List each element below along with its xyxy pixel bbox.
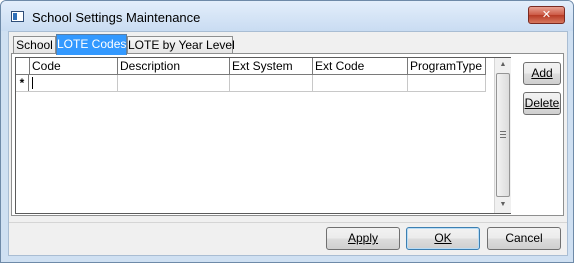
cell-ext-code-input[interactable] [313, 75, 408, 91]
footer-divider [9, 222, 567, 223]
tab-school[interactable]: School [13, 36, 56, 53]
cancel-button[interactable]: Cancel [487, 227, 561, 250]
lote-codes-grid[interactable]: Code Description Ext System Ext Code Pro… [15, 57, 511, 214]
cell-code-input[interactable] [30, 75, 118, 91]
new-row[interactable]: * [16, 75, 486, 92]
delete-button-label: Delete [524, 96, 560, 110]
text-caret [32, 77, 33, 89]
cell-program-type-input[interactable] [408, 75, 486, 91]
grid-header-row: Code Description Ext System Ext Code Pro… [16, 58, 486, 75]
window-title: School Settings Maintenance [32, 10, 201, 25]
add-button[interactable]: Add [523, 62, 561, 85]
scroll-down-arrow-icon[interactable]: ▼ [495, 198, 511, 212]
cancel-button-label: Cancel [505, 231, 543, 245]
ok-button[interactable]: OK [406, 227, 480, 250]
dialog-window: School Settings Maintenance ✕ School LOT… [0, 0, 574, 263]
tab-lote-by-year-level[interactable]: LOTE by Year Level [127, 36, 235, 53]
apply-button[interactable]: Apply [326, 227, 400, 250]
vertical-scrollbar[interactable]: ▲ ▼ [494, 58, 511, 213]
title-bar[interactable]: School Settings Maintenance ✕ [1, 1, 573, 31]
tab-lote-codes[interactable]: LOTE Codes [56, 34, 127, 55]
column-header-ext-system[interactable]: Ext System [230, 58, 313, 74]
dialog-client-area: School LOTE Codes LOTE by Year Level Cod… [8, 31, 568, 256]
close-button[interactable]: ✕ [528, 6, 565, 24]
grip-icon [500, 131, 506, 138]
lote-codes-panel: Code Description Ext System Ext Code Pro… [11, 53, 564, 216]
column-header-program-type[interactable]: ProgramType [408, 58, 486, 74]
delete-button[interactable]: Delete [523, 92, 561, 115]
column-header-description[interactable]: Description [118, 58, 230, 74]
cell-ext-system-input[interactable] [230, 75, 313, 91]
column-header-ext-code[interactable]: Ext Code [313, 58, 408, 74]
row-header-corner [16, 58, 30, 74]
ok-button-label: OK [434, 231, 452, 245]
apply-button-label: Apply [347, 231, 379, 245]
add-button-label: Add [531, 66, 553, 80]
new-row-indicator: * [16, 75, 29, 91]
column-header-code[interactable]: Code [30, 58, 118, 74]
scroll-up-arrow-icon[interactable]: ▲ [495, 58, 511, 72]
cell-description-input[interactable] [118, 75, 230, 91]
close-icon: ✕ [541, 8, 552, 21]
application-icon [11, 11, 24, 22]
scroll-thumb[interactable] [496, 73, 510, 197]
